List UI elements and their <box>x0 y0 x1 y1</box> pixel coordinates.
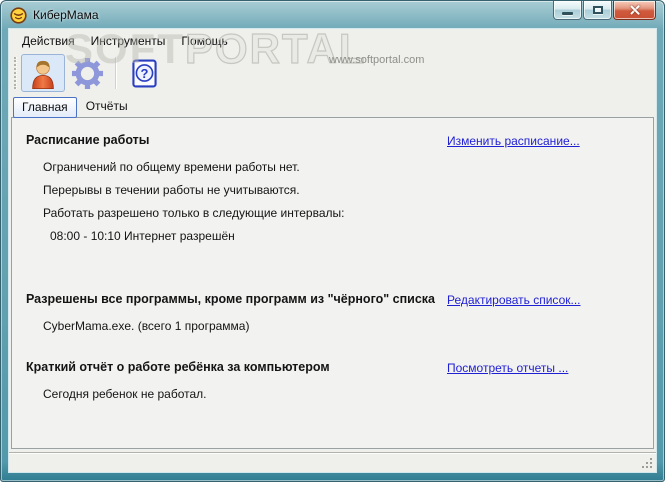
programs-section-title: Разрешены все программы, кроме программ … <box>26 292 435 306</box>
tab-reports[interactable]: Отчёты <box>77 96 137 117</box>
maximize-button[interactable] <box>583 1 612 20</box>
settings-button[interactable] <box>65 54 109 92</box>
main-tab-page: Расписание работы Изменить расписание...… <box>11 117 654 449</box>
schedule-section-title: Расписание работы <box>26 133 150 147</box>
status-bar <box>9 452 656 472</box>
menu-actions[interactable]: Действия <box>14 31 83 51</box>
edit-blacklist-link[interactable]: Редактировать список... <box>447 293 581 307</box>
menu-bar: Действия Инструменты Помощь <box>9 29 656 52</box>
programs-section-header: Разрешены все программы, кроме программ … <box>26 292 643 307</box>
cybermama-smiley-icon <box>10 6 27 24</box>
programs-line: CyberMama.exe. (всего 1 программа) <box>43 319 250 333</box>
close-button[interactable] <box>613 1 656 20</box>
report-section-title: Краткий отчёт о работе ребёнка за компью… <box>26 360 330 374</box>
edit-schedule-link[interactable]: Изменить расписание... <box>447 134 580 148</box>
app-window: КиберМама SOFTPORTAL www.softportal.com … <box>0 0 665 482</box>
schedule-line: Работать разрешено только в следующие ин… <box>43 206 345 220</box>
help-icon: ? <box>131 58 157 88</box>
schedule-section-header: Расписание работы Изменить расписание... <box>26 133 643 148</box>
resize-grip[interactable] <box>650 466 652 468</box>
minimize-button[interactable] <box>553 1 582 20</box>
maximize-icon <box>592 6 603 14</box>
schedule-line: Перерывы в течении работы не учитываются… <box>43 183 300 197</box>
gear-icon <box>71 57 104 90</box>
titlebar[interactable]: КиберМама <box>1 1 664 29</box>
window-title: КиберМама <box>33 8 99 22</box>
client-area: SOFTPORTAL www.softportal.com Действия И… <box>9 24 656 472</box>
user-icon <box>26 57 60 90</box>
report-line: Сегодня ребенок не работал. <box>43 387 207 401</box>
window-controls <box>553 1 656 20</box>
toolbar-gripper[interactable] <box>14 57 17 89</box>
schedule-line: Ограничений по общему времени работы нет… <box>43 160 300 174</box>
tab-strip: Главная Отчёты <box>9 94 656 118</box>
parent-settings-button[interactable] <box>21 54 65 92</box>
toolbar: ? <box>9 52 656 94</box>
svg-text:?: ? <box>140 65 148 80</box>
menu-help[interactable]: Помощь <box>173 31 235 51</box>
menu-tools[interactable]: Инструменты <box>83 31 174 51</box>
report-section-header: Краткий отчёт о работе ребёнка за компью… <box>26 360 643 375</box>
minimize-icon <box>562 11 573 15</box>
help-button[interactable]: ? <box>122 54 166 92</box>
toolbar-separator <box>115 57 116 89</box>
tab-main[interactable]: Главная <box>13 97 77 118</box>
view-reports-link[interactable]: Посмотреть отчеты ... <box>447 361 568 375</box>
close-icon <box>629 4 641 16</box>
schedule-interval: 08:00 - 10:10 Интернет разрешён <box>50 229 235 243</box>
